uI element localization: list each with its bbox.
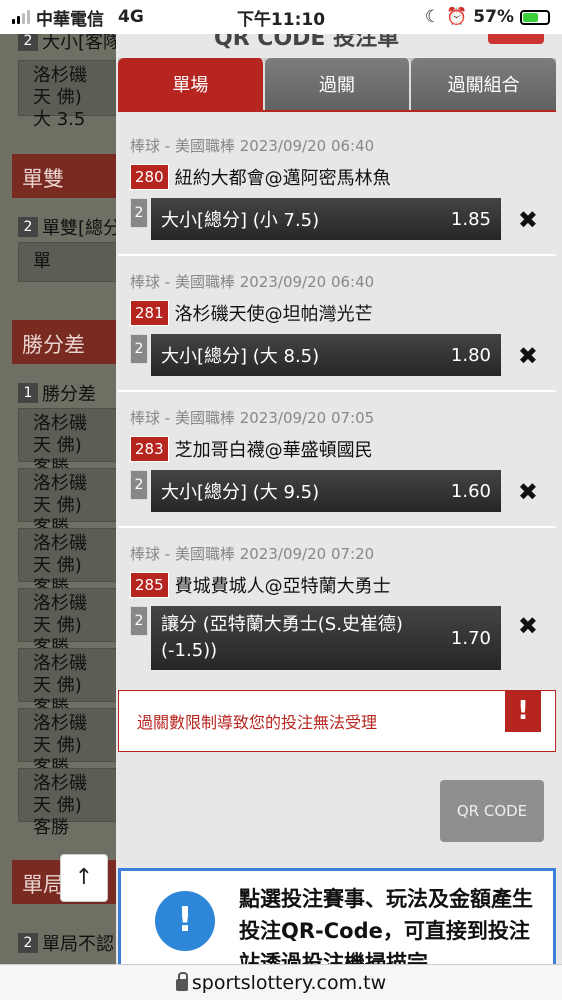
pick-label: 讓分 (亞特蘭大勇士(S.史崔德) (-1.5)) xyxy=(161,614,403,661)
game-code: 285 xyxy=(130,572,169,598)
info-icon: ! xyxy=(155,891,215,951)
bg-row-label: 2 單雙[總分 xyxy=(18,214,120,240)
bg-option-cell[interactable]: 洛杉磯天 佛) 客勝 xyxy=(18,528,118,598)
pick-bar[interactable]: 讓分 (亞特蘭大勇士(S.史崔德) (-1.5)) 1.70 xyxy=(151,606,501,670)
bet-meta: 棒球 - 美國職棒 2023/09/20 06:40 xyxy=(130,273,375,291)
bg-option-cell[interactable]: 洛杉磯天 佛) 客勝 xyxy=(18,588,118,658)
bg-option-cell[interactable]: 洛杉磯天 佛) 客勝 xyxy=(18,408,118,478)
bet-item: 棒球 - 美國職棒 2023/09/20 06:40 280 紐約大都會@邁阿密… xyxy=(118,120,556,256)
bg-row-label: 2 單局不認 xyxy=(18,930,114,956)
url-text: sportslottery.com.tw xyxy=(191,971,387,994)
pick-index: 2 xyxy=(130,334,148,364)
bet-item: 棒球 - 美國職棒 2023/09/20 07:20 285 費城費城人@亞特蘭… xyxy=(118,528,556,694)
bg-option-cell[interactable]: 洛杉磯天 佛) 客勝 xyxy=(18,648,118,718)
bg-option-cell[interactable]: 洛杉磯天 佛) 大 3.5 xyxy=(18,60,118,130)
game-code: 280 xyxy=(130,164,169,190)
bet-list: 棒球 - 美國職棒 2023/09/20 06:40 280 紐約大都會@邁阿密… xyxy=(118,120,556,694)
battery-percent: 57% xyxy=(473,7,514,27)
tab-single[interactable]: 單場 xyxy=(118,58,265,110)
bg-option-cell[interactable]: 單 xyxy=(18,242,118,282)
pick-index: 2 xyxy=(130,470,148,500)
close-modal-button[interactable] xyxy=(488,34,544,44)
status-bar: 中華電信 4G 下午11:10 ☾ ⏰ 57% xyxy=(0,0,562,34)
bet-item: 棒球 - 美國職棒 2023/09/20 07:05 283 芝加哥白襪@華盛頓… xyxy=(118,392,556,528)
bg-section-header: 單雙 xyxy=(12,154,120,198)
alarm-icon: ⏰ xyxy=(446,7,468,27)
moon-icon: ☾ xyxy=(424,7,441,27)
bet-meta: 棒球 - 美國職棒 2023/09/20 07:05 xyxy=(130,409,375,427)
delete-bet-icon[interactable]: ✖ xyxy=(518,478,538,506)
modal-title: QR CODE 投注單 xyxy=(214,34,400,51)
scroll-top-button[interactable]: ↑ xyxy=(60,854,108,902)
pick-bar[interactable]: 大小[總分] (小 7.5) 1.85 xyxy=(151,198,501,240)
info-text: 點選投注賽事、玩法及金額產生投注QR-Code，可直接到投注站透過投注機掃描完 xyxy=(239,887,533,964)
delete-bet-icon[interactable]: ✖ xyxy=(518,612,538,640)
lock-icon xyxy=(175,971,188,991)
bet-meta: 棒球 - 美國職棒 2023/09/20 07:20 xyxy=(130,545,375,563)
game-code: 281 xyxy=(130,300,169,326)
delete-bet-icon[interactable]: ✖ xyxy=(518,206,538,234)
background-page: 2 大小[客隊 洛杉磯天 佛) 大 3.5 單雙 2 單雙[總分 單 勝分差 1… xyxy=(0,34,120,964)
qr-betslip-modal: QR CODE 投注單 單場 過關 過關組合 棒球 - 美國職棒 2023/09… xyxy=(116,34,562,964)
tab-parlay-combo[interactable]: 過關組合 xyxy=(411,58,557,110)
bg-row-label: 2 大小[客隊 xyxy=(18,34,120,54)
pick-odds: 1.60 xyxy=(450,480,491,502)
qr-code-button[interactable]: QR CODE xyxy=(440,780,544,842)
error-text: 過關數限制導致您的投注無法受理 xyxy=(137,713,378,732)
bg-option-cell[interactable]: 洛杉磯天 佛) 客勝 xyxy=(18,468,118,538)
game-code: 283 xyxy=(130,436,169,462)
warning-icon: ! xyxy=(505,690,541,732)
bg-option-cell[interactable]: 洛杉磯天 佛) 客勝 xyxy=(18,768,118,838)
battery-icon xyxy=(520,9,550,25)
betslip-tabs: 單場 過關 過關組合 xyxy=(118,58,557,112)
bet-item: 棒球 - 美國職棒 2023/09/20 06:40 281 洛杉磯天使@坦帕灣… xyxy=(118,256,556,392)
tab-parlay[interactable]: 過關 xyxy=(264,58,412,110)
pick-odds: 1.85 xyxy=(450,208,491,230)
bg-row-label: 1 勝分差 xyxy=(18,380,96,406)
pick-label: 大小[總分] (大 8.5) xyxy=(161,346,320,367)
bet-meta: 棒球 - 美國職棒 2023/09/20 06:40 xyxy=(130,137,375,155)
match-name: 芝加哥白襪@華盛頓國民 xyxy=(174,440,373,461)
match-name: 費城費城人@亞特蘭大勇士 xyxy=(174,576,391,597)
bg-option-cell[interactable]: 洛杉磯天 佛) 客勝 xyxy=(18,708,118,778)
pick-bar[interactable]: 大小[總分] (大 8.5) 1.80 xyxy=(151,334,501,376)
delete-bet-icon[interactable]: ✖ xyxy=(518,342,538,370)
pick-label: 大小[總分] (小 7.5) xyxy=(161,210,320,231)
info-banner: ! 點選投注賽事、玩法及金額產生投注QR-Code，可直接到投注站透過投注機掃描… xyxy=(118,868,556,964)
pick-index: 2 xyxy=(130,606,148,636)
pick-bar[interactable]: 大小[總分] (大 9.5) 1.60 xyxy=(151,470,501,512)
bg-section-header: 勝分差 xyxy=(12,320,120,364)
pick-odds: 1.70 xyxy=(450,627,491,649)
error-message: 過關數限制導致您的投注無法受理 ! xyxy=(118,690,556,752)
match-name: 紐約大都會@邁阿密馬林魚 xyxy=(174,168,391,189)
match-name: 洛杉磯天使@坦帕灣光芒 xyxy=(174,304,373,325)
url-bar[interactable]: sportslottery.com.tw xyxy=(0,964,562,1000)
pick-odds: 1.80 xyxy=(450,344,491,366)
pick-label: 大小[總分] (大 9.5) xyxy=(161,482,320,503)
pick-index: 2 xyxy=(130,198,148,228)
